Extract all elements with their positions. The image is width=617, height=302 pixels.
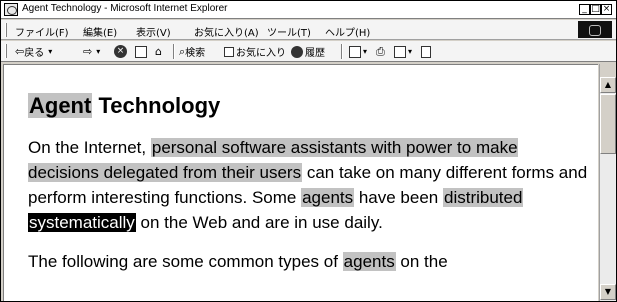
home-button[interactable]: ⌂ [155, 44, 162, 59]
mail-icon [349, 45, 361, 58]
mail-dropdown-icon[interactable]: ▾ [363, 47, 367, 56]
page-viewport[interactable]: Agent Technology On the Internet, person… [3, 64, 598, 301]
toolbar-grip[interactable] [5, 44, 7, 58]
paragraph-text: on the [395, 252, 448, 271]
paragraph-text: on the Web and are in use daily. [135, 213, 383, 232]
paragraph-2: The following are some common types of a… [28, 249, 588, 274]
discuss-button[interactable] [421, 44, 431, 59]
print-button[interactable]: ⎙ [376, 44, 385, 59]
menu-edit[interactable]: 編集(E) [83, 24, 117, 39]
back-button[interactable]: ⇦ 戻る ▾ [15, 44, 52, 59]
toolbar-separator [341, 44, 343, 59]
favorites-label: お気に入り [236, 48, 286, 59]
forward-button[interactable]: ⇨ ▾ [83, 44, 100, 59]
windows-logo-icon [578, 21, 612, 38]
scrollbar-thumb[interactable] [600, 94, 616, 154]
menu-bar: ファイル(F) 編集(E) 表示(V) お気に入り(A) ツール(T) ヘルプ(… [1, 20, 616, 40]
favorites-icon [224, 46, 234, 57]
edit-dropdown-icon[interactable]: ▾ [408, 47, 412, 56]
forward-dropdown-icon[interactable]: ▾ [96, 47, 100, 56]
edit-icon [394, 45, 406, 58]
toolbar-separator [173, 44, 175, 59]
menubar-grip[interactable] [5, 23, 7, 37]
highlighted-term: Agent [28, 93, 93, 118]
scroll-up-button[interactable]: ▲ [600, 77, 616, 93]
window-title: Agent Technology - Microsoft Internet Ex… [22, 3, 228, 14]
scroll-down-arrow-icon: ▼ [604, 287, 612, 296]
favorites-button[interactable]: お気に入り [224, 44, 286, 59]
paragraph-1: On the Internet, personal software assis… [28, 135, 588, 235]
title-bar[interactable]: Agent Technology - Microsoft Internet Ex… [1, 1, 616, 19]
stop-button[interactable]: × [114, 44, 127, 59]
highlighted-term: distributed [442, 188, 524, 207]
history-button[interactable]: 履歴 [291, 44, 325, 59]
menu-help[interactable]: ヘルプ(H) [325, 24, 370, 39]
stop-icon: × [114, 45, 127, 58]
selected-term[interactable]: systematically [28, 213, 136, 232]
paragraph-text: have been [354, 188, 443, 207]
refresh-button[interactable] [135, 44, 147, 59]
ie-page-icon[interactable] [4, 3, 18, 16]
scroll-up-arrow-icon: ▲ [604, 80, 612, 89]
history-icon [291, 45, 303, 58]
highlighted-term: agents [301, 188, 355, 207]
home-icon: ⌂ [155, 45, 162, 58]
standard-toolbar: ⇦ 戻る ▾ ⇨ ▾ × ⌂ ⌕ 検索 お気に入り 履歴 ▾ ⎙ ▾ [1, 41, 616, 62]
mail-button[interactable]: ▾ [349, 44, 367, 59]
back-label: 戻る [24, 48, 45, 59]
vertical-scrollbar[interactable]: ▲ ▼ [599, 64, 616, 301]
browser-window: Agent Technology - Microsoft Internet Ex… [0, 0, 617, 302]
menu-tools[interactable]: ツール(T) [267, 24, 311, 39]
back-arrow-icon: ⇦ [15, 45, 25, 58]
edit-button[interactable]: ▾ [394, 44, 412, 59]
back-dropdown-icon[interactable]: ▾ [48, 47, 52, 56]
page-content: Agent Technology On the Internet, person… [28, 93, 588, 288]
page-heading: Agent Technology [28, 93, 588, 119]
heading-text: Technology [92, 93, 221, 118]
print-icon: ⎙ [376, 44, 385, 58]
refresh-icon [135, 45, 147, 58]
search-button[interactable]: ⌕ 検索 [179, 44, 206, 60]
scrollbar-track-top[interactable] [600, 64, 616, 77]
paragraph-text: The following are some common types of [28, 252, 343, 271]
menu-favorites[interactable]: お気に入り(A) [194, 24, 259, 39]
forward-arrow-icon: ⇨ [83, 45, 93, 58]
search-label: 検索 [185, 48, 206, 59]
close-button[interactable]: × [601, 4, 612, 15]
history-label: 履歴 [305, 48, 325, 59]
highlighted-term: agents [342, 252, 396, 271]
menu-file[interactable]: ファイル(F) [15, 24, 69, 39]
discuss-icon [421, 45, 431, 58]
maximize-button[interactable]: □ [590, 4, 601, 15]
paragraph-text: On the Internet, [28, 138, 151, 157]
minimize-button[interactable]: _ [579, 4, 590, 15]
menu-view[interactable]: 表示(V) [136, 24, 171, 39]
scroll-down-button[interactable]: ▼ [600, 284, 616, 300]
